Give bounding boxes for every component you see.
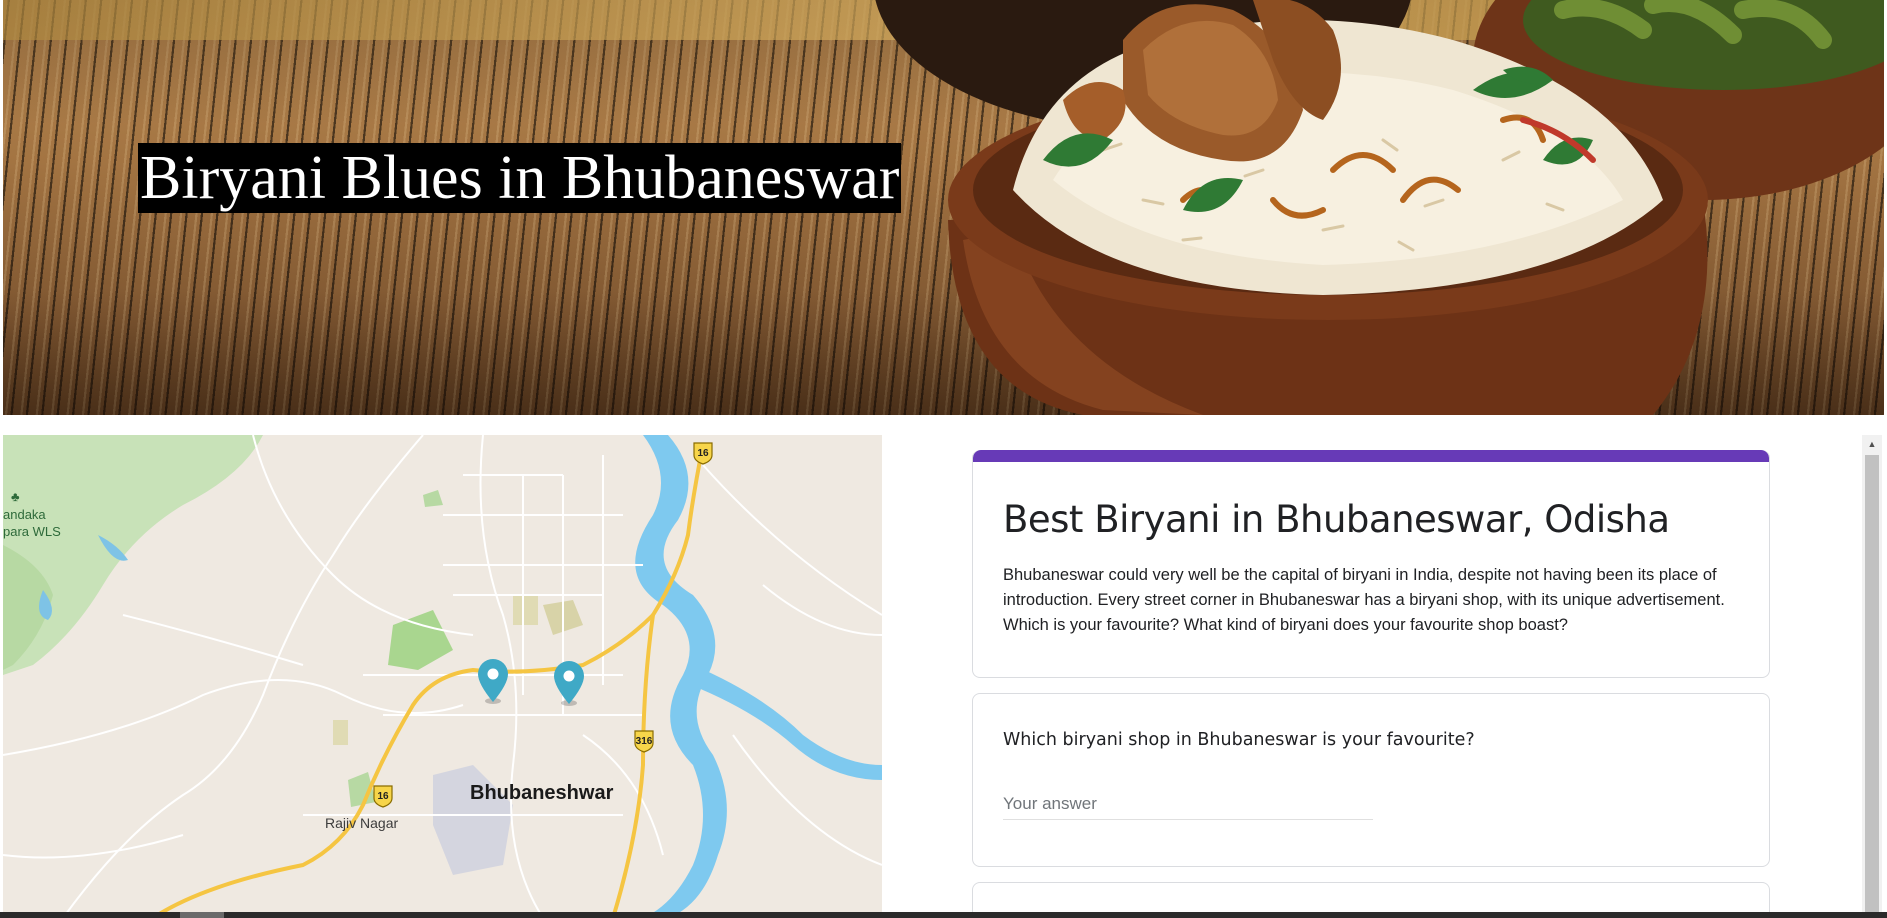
map-canvas[interactable]	[3, 435, 882, 918]
answer-input[interactable]	[1003, 789, 1373, 820]
form-title: Best Biryani in Bhubaneswar, Odisha	[1003, 498, 1670, 541]
highway-shield-16: 16	[692, 441, 714, 465]
highway-shield-316: 316	[633, 729, 655, 753]
horizontal-scrollbar-thumb[interactable]	[180, 912, 224, 918]
city-label: Bhubaneshwar	[470, 782, 614, 804]
question-title: Which biryani shop in Bhubaneswar is you…	[1003, 730, 1475, 750]
highway-shield-16-south: 16	[372, 784, 394, 808]
locality-label: Rajiv Nagar	[325, 815, 399, 831]
park-label-line1: andaka	[3, 507, 46, 522]
form-header-card: Best Biryani in Bhubaneswar, Odisha Bhub…	[972, 450, 1770, 678]
hero-banner: Biryani Blues in Bhubaneswar	[3, 0, 1884, 415]
location-pin-icon[interactable]	[475, 658, 511, 704]
vertical-scrollbar[interactable]: ▲	[1862, 435, 1882, 918]
hero-title-box: Biryani Blues in Bhubaneswar	[138, 143, 902, 213]
location-pin-icon[interactable]	[551, 660, 587, 706]
form-accent-bar	[973, 450, 1769, 462]
question-card: Which biryani shop in Bhubaneswar is you…	[972, 693, 1770, 867]
scroll-up-arrow-icon[interactable]: ▲	[1862, 435, 1882, 453]
horizontal-scrollbar[interactable]	[0, 912, 1887, 918]
park-label-line2: para WLS	[3, 524, 61, 539]
tree-icon: ♣	[11, 489, 20, 504]
form-description: Bhubaneswar could very well be the capit…	[1003, 566, 1725, 634]
embedded-google-form: Best Biryani in Bhubaneswar, Odisha Bhub…	[882, 435, 1857, 918]
page-title: Biryani Blues in Bhubaneswar	[140, 144, 900, 212]
embedded-map[interactable]: 16 316 16 ♣ andaka para WLS Bhubaneshwar…	[3, 435, 882, 918]
scrollbar-thumb[interactable]	[1865, 455, 1879, 918]
